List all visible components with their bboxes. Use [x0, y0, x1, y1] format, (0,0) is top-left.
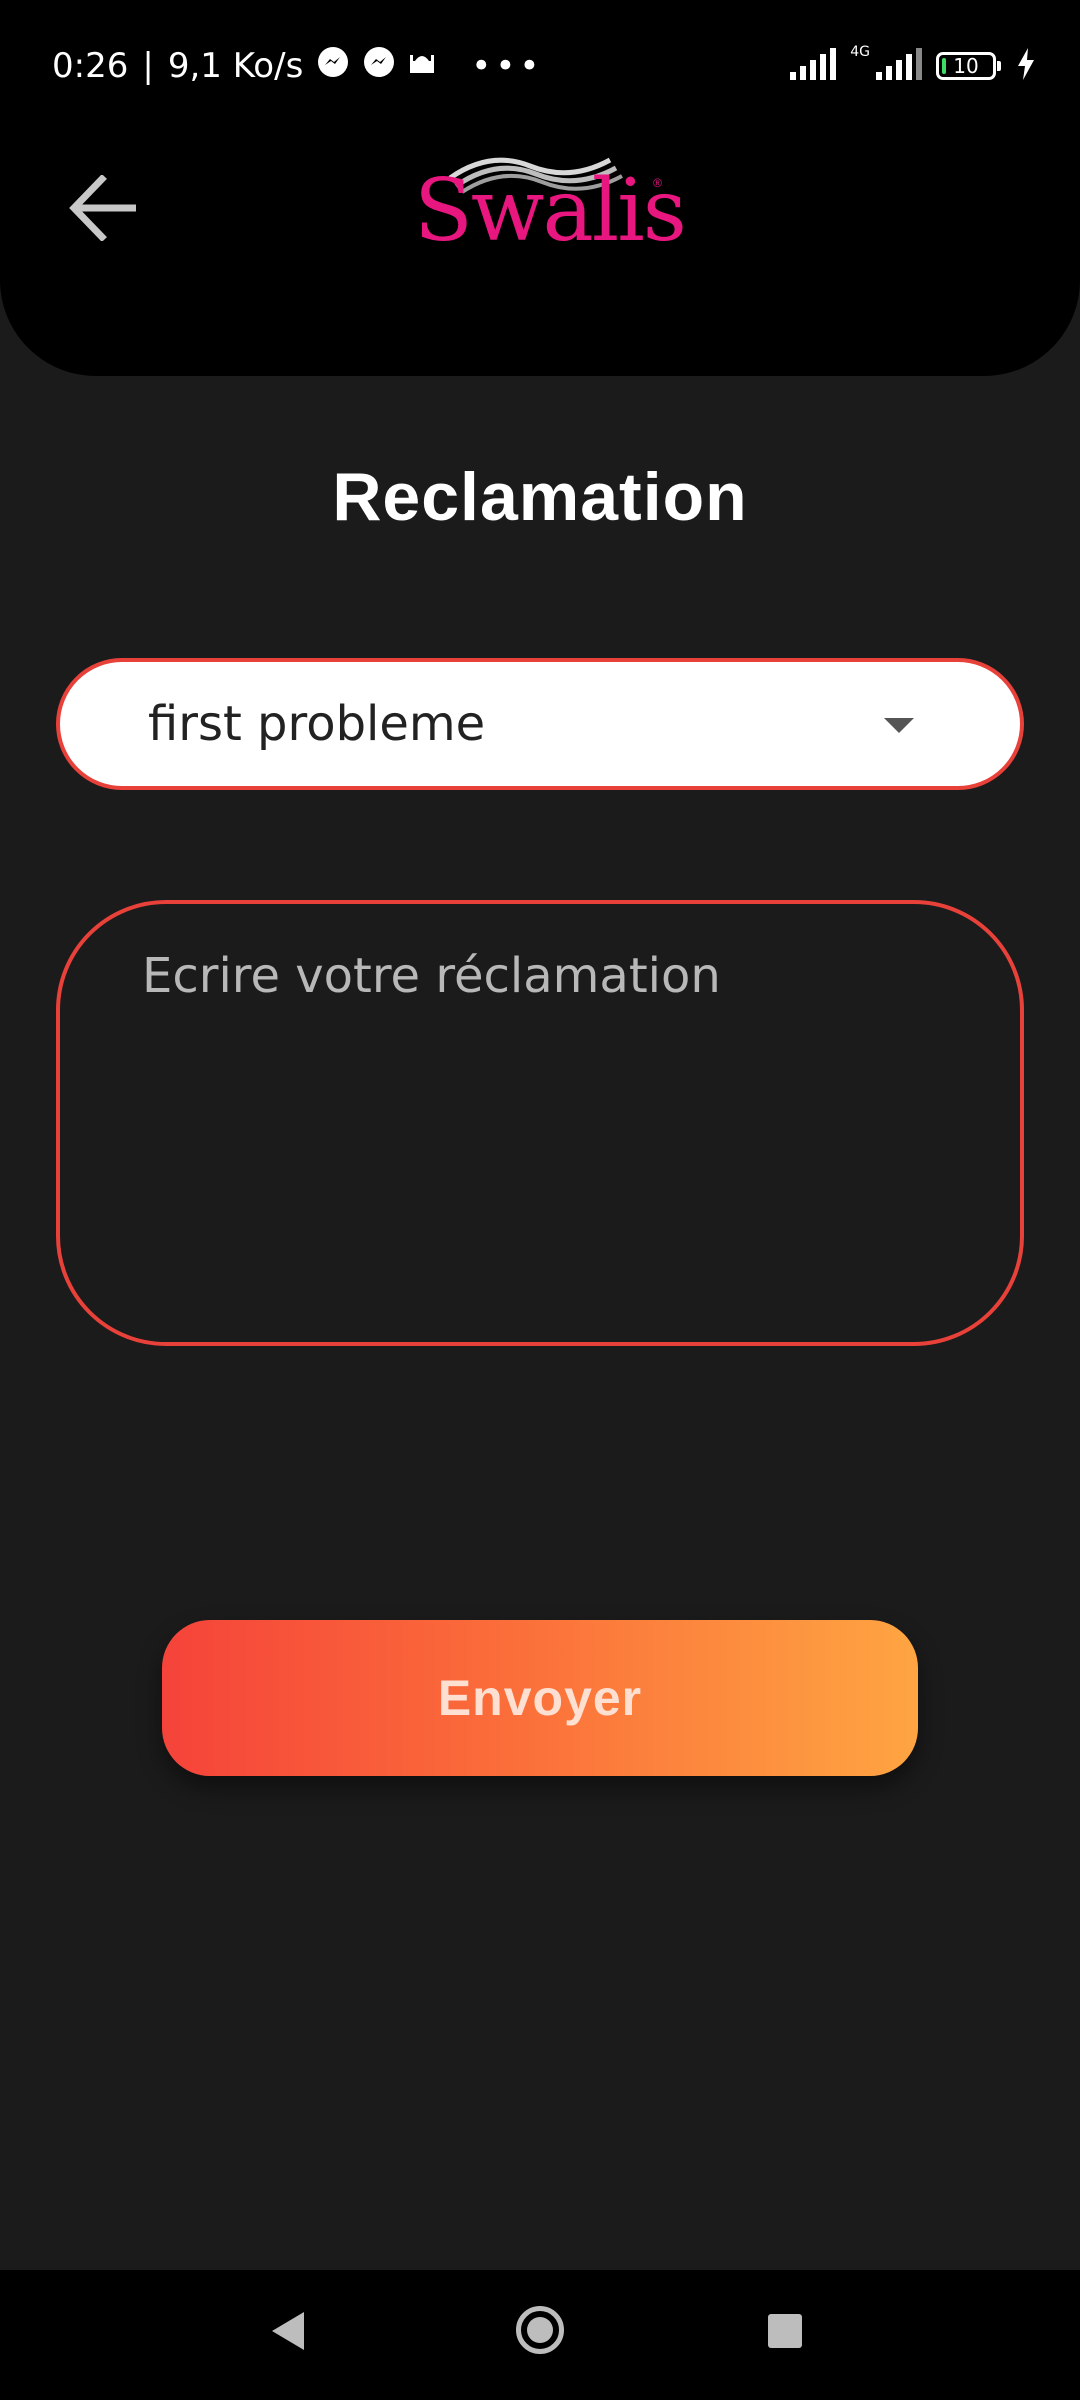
status-right: 4G 10 [790, 44, 1036, 88]
arrow-left-icon [69, 175, 136, 241]
mosque-icon [409, 46, 435, 86]
logo-text: Swalis [414, 161, 687, 261]
messenger-icon-2 [363, 46, 395, 87]
charging-icon [1016, 47, 1036, 85]
nav-recents-icon[interactable] [768, 2314, 802, 2348]
screen: 0:26 | 9,1 Ko/s ••• 4G 10 Swalis ® Recla… [0, 0, 1080, 2400]
signal-icon-2 [876, 47, 924, 85]
page-title: Reclamation [332, 459, 748, 535]
status-time: 0:26 [52, 46, 129, 86]
battery-icon: 10 [936, 52, 1001, 80]
nav-back-icon[interactable] [272, 2312, 304, 2350]
reclamation-input[interactable]: Ecrire votre réclamation [56, 900, 1024, 1346]
status-bar: 0:26 | 9,1 Ko/s ••• 4G 10 [0, 0, 1080, 130]
system-nav-bar [0, 2270, 1080, 2400]
back-button[interactable] [56, 160, 152, 256]
swalis-logo: Swalis ® [400, 148, 687, 268]
nav-home-icon[interactable] [516, 2306, 564, 2354]
submit-label: Envoyer [437, 1670, 643, 1726]
status-separator: | [142, 46, 154, 86]
messenger-icon [317, 46, 349, 87]
problem-select-value: first probleme [148, 696, 486, 752]
problem-select[interactable]: first probleme [56, 658, 1024, 790]
more-notifications-icon: ••• [471, 46, 544, 86]
caret-down-icon [884, 718, 914, 733]
signal-icon [790, 47, 838, 85]
battery-level: 10 [953, 54, 979, 78]
reclamation-placeholder: Ecrire votre réclamation [142, 948, 721, 1004]
status-left: 0:26 | 9,1 Ko/s ••• [52, 44, 543, 88]
network-type: 4G [850, 44, 870, 60]
submit-button[interactable]: Envoyer [162, 1620, 918, 1776]
logo-registered-mark: ® [653, 176, 662, 190]
status-network-speed: 9,1 Ko/s [167, 46, 304, 86]
